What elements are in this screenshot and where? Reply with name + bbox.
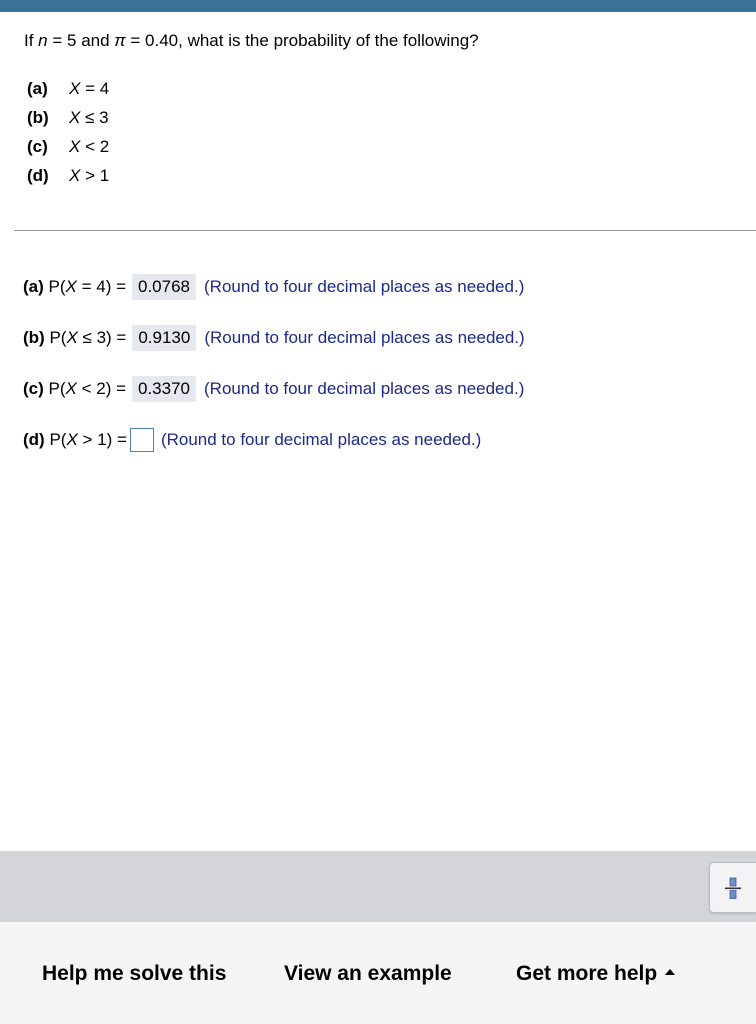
- part-c: (c) X < 2: [27, 137, 110, 156]
- answer-row-c: (c) P(X < 2) = 0.3370 (Round to four dec…: [23, 376, 525, 427]
- answer-label-d: (d) P(X > 1) =: [23, 430, 127, 449]
- rounding-hint-a: (Round to four decimal places as needed.…: [204, 277, 525, 296]
- fraction-tool-button[interactable]: [709, 862, 756, 913]
- get-more-help-button[interactable]: Get more help: [516, 962, 676, 986]
- fraction-icon: [725, 877, 741, 899]
- part-d: (d) X > 1: [27, 166, 110, 185]
- rounding-hint-d: (Round to four decimal places as needed.…: [160, 430, 482, 449]
- answer-value-b[interactable]: 0.9130: [132, 325, 197, 351]
- answer-value-a[interactable]: 0.0768: [132, 274, 196, 300]
- caret-up-icon: [665, 969, 676, 976]
- rounding-hint-c: (Round to four decimal places as needed.…: [204, 379, 525, 398]
- question-parts-list: (a) X = 4 (b) X ≤ 3 (c) X < 2 (d) X > 1: [27, 78, 109, 194]
- part-b: (b) X ≤ 3: [27, 108, 109, 127]
- answer-row-b: (b) P(X ≤ 3) = 0.9130 (Round to four dec…: [23, 325, 525, 376]
- answer-row-d: (d) P(X > 1) = (Round to four decimal pl…: [23, 427, 525, 478]
- answer-value-c[interactable]: 0.3370: [132, 376, 196, 402]
- answer-label-c: (c) P(X < 2) =: [23, 379, 126, 398]
- answers-section: (a) P(X = 4) = 0.0768 (Round to four dec…: [23, 274, 525, 478]
- view-example-button[interactable]: View an example: [284, 962, 452, 986]
- answer-label-a: (a) P(X = 4) =: [23, 277, 126, 296]
- help-me-solve-button[interactable]: Help me solve this: [42, 962, 226, 986]
- section-divider: [14, 230, 756, 231]
- answer-label-b: (b) P(X ≤ 3) =: [23, 328, 127, 347]
- answer-input-d[interactable]: [129, 428, 154, 452]
- top-header-bar: [0, 0, 756, 12]
- question-text: If n = 5 and π = 0.40, what is the proba…: [24, 31, 479, 50]
- tools-bar: [0, 851, 756, 922]
- answer-row-a: (a) P(X = 4) = 0.0768 (Round to four dec…: [23, 274, 525, 325]
- rounding-hint-b: (Round to four decimal places as needed.…: [204, 328, 525, 347]
- part-a: (a) X = 4: [27, 79, 110, 98]
